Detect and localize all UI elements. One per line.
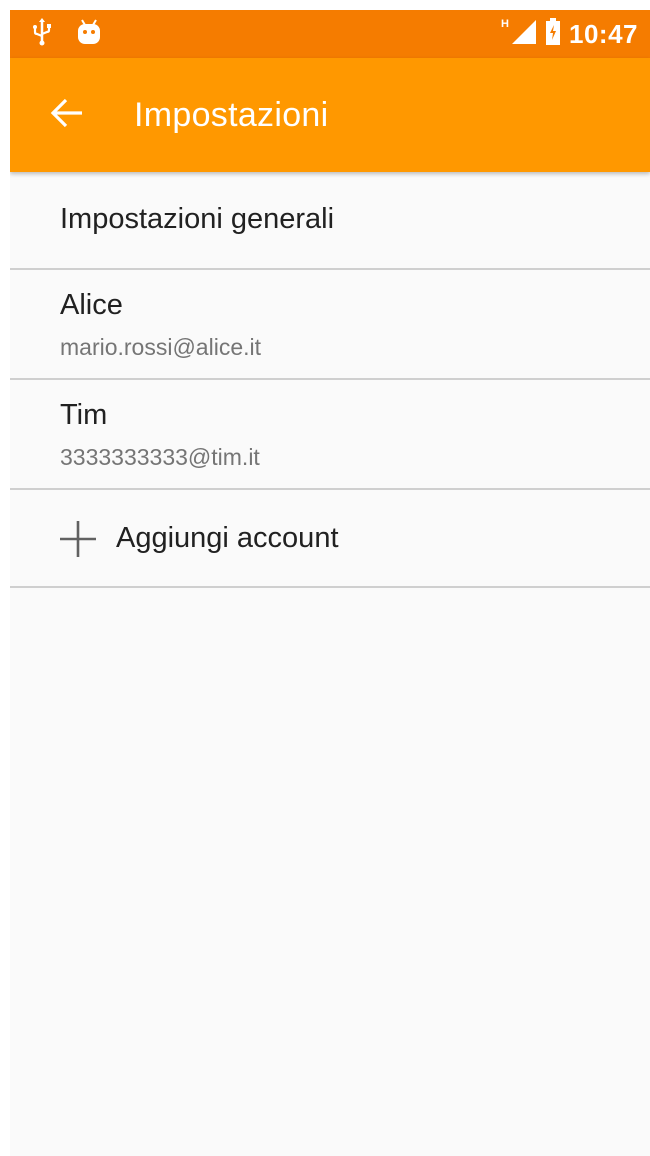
arrow-left-icon	[50, 98, 84, 133]
settings-screen: H 10:47 Impostazioni Impostazioni genera…	[10, 10, 650, 1156]
network-type-label: H	[501, 18, 509, 30]
account-email: mario.rossi@alice.it	[60, 334, 262, 360]
usb-icon	[32, 17, 52, 51]
account-name: Alice	[60, 289, 123, 321]
add-account-label: Aggiungi account	[116, 522, 339, 554]
battery-icon	[545, 17, 561, 51]
general-settings-label: Impostazioni generali	[60, 203, 335, 235]
back-button[interactable]	[44, 92, 90, 138]
status-right-icons: H 10:47	[501, 16, 638, 52]
app-bar: Impostazioni	[10, 58, 650, 172]
account-item-tim[interactable]: Tim 3333333333@tim.it	[10, 380, 650, 490]
settings-list: Impostazioni generali Alice mario.rossi@…	[10, 172, 650, 588]
add-account-button[interactable]: Aggiungi account	[10, 490, 650, 588]
account-item-alice[interactable]: Alice mario.rossi@alice.it	[10, 270, 650, 380]
page-title: Impostazioni	[134, 96, 329, 134]
status-left-icons	[32, 17, 102, 51]
status-bar: H 10:47	[10, 10, 650, 58]
general-settings-item[interactable]: Impostazioni generali	[10, 172, 650, 270]
signal-icon	[511, 19, 537, 50]
account-name: Tim	[60, 399, 108, 431]
status-time: 10:47	[569, 18, 638, 49]
account-email: 3333333333@tim.it	[60, 444, 260, 470]
plus-icon	[58, 519, 98, 559]
android-icon	[76, 18, 102, 51]
